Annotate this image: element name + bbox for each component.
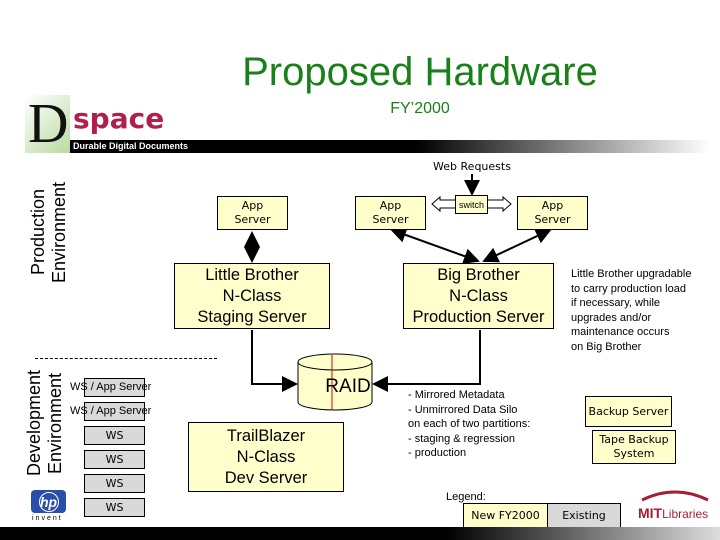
web-requests-label: Web Requests xyxy=(433,160,511,173)
footer-bar xyxy=(0,527,720,540)
hp-logo: hp invent xyxy=(29,490,69,526)
upgrade-note: Little Brother upgradable to carry produ… xyxy=(571,268,692,353)
switch-arrow-left xyxy=(431,195,455,213)
big-brother-server: Big Brother N-Class Production Server xyxy=(403,263,554,329)
ws-2: WS xyxy=(84,450,145,469)
ws-1: WS xyxy=(84,426,145,445)
legend-new: New FY2000 xyxy=(463,503,548,529)
ws-4: WS xyxy=(84,498,145,517)
raid-label: RAID xyxy=(325,376,371,397)
app-server-2: App Server xyxy=(355,196,426,230)
legend-existing: Existing xyxy=(547,503,621,529)
switch-arrow-right xyxy=(488,195,512,213)
arrow-lb-raid xyxy=(251,330,298,392)
little-brother-server: Little Brother N-Class Staging Server xyxy=(174,263,330,329)
raid-notes: - Mirrored Metadata - Unmirrored Data Si… xyxy=(408,389,531,459)
backup-server: Backup Server xyxy=(585,396,672,427)
trailblazer-server: TrailBlazer N-Class Dev Server xyxy=(188,422,344,492)
tape-backup-system: Tape Backup System xyxy=(592,430,676,464)
ws-3: WS xyxy=(84,474,145,493)
app-server-3: App Server xyxy=(517,196,588,230)
arrow-app3-bb xyxy=(482,228,552,263)
switch-box: switch xyxy=(455,195,488,214)
mit-libraries-logo: MITLibraries xyxy=(636,488,714,524)
app-server-1: App Server xyxy=(217,196,288,230)
arrow-app2-bb xyxy=(390,227,480,264)
